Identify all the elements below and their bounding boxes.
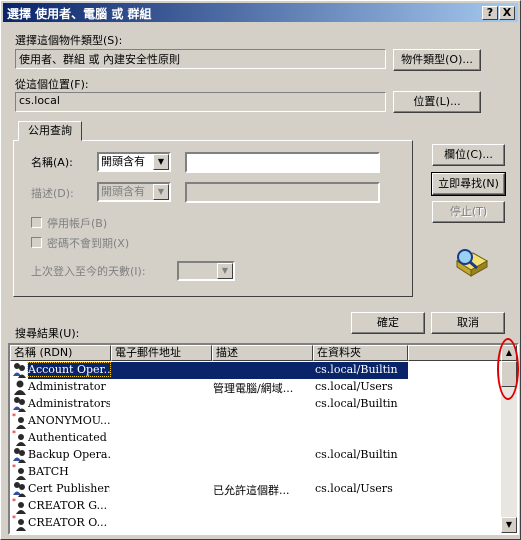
cell-name: Account Oper... [27,362,111,377]
description-input[interactable] [185,182,380,203]
scroll-down-arrow-icon[interactable]: ▼ [501,517,517,533]
description-match-select[interactable]: 開頭含有 ▼ [97,182,171,202]
object-types-button[interactable]: 物件類型(O)... [393,49,481,71]
non-expiring-password-label: 密碼不會到期(X) [47,237,130,250]
stop-button[interactable]: 停止(T) [432,201,505,223]
security-principal-icon: * [12,497,27,514]
cell-name: Authenticated ... [28,431,110,444]
table-row[interactable]: * CREATOR G... [10,497,500,515]
disabled-accounts-label: 停用帳戶(B) [47,217,108,230]
column-header-name[interactable]: 名稱 (RDN) [10,345,111,361]
name-input[interactable] [185,152,380,173]
cell-name: Cert Publishers [28,482,110,495]
column-header-blank [408,345,503,361]
disabled-accounts-checkbox[interactable] [31,217,42,228]
column-header-folder[interactable]: 在資料夾 [313,345,408,361]
close-button[interactable]: X [499,6,515,20]
cancel-button[interactable]: 取消 [431,312,505,334]
column-header-email[interactable]: 電子郵件地址 [111,345,212,361]
red-highlight-circle [497,338,519,400]
table-row[interactable]: * CREATOR O... [10,514,500,532]
table-row[interactable]: * BATCH [10,463,500,481]
table-row[interactable]: * Authenticated ... [10,429,500,447]
cell-name: BATCH [28,465,69,478]
svg-text:*: * [12,498,16,506]
chevron-down-icon[interactable]: ▼ [153,184,169,200]
search-results-list: 名稱 (RDN) 電子郵件地址 描述 在資料夾 Account Oper... c… [8,343,519,535]
cell-folder: cs.local/Builtin [315,397,398,410]
security-principal-icon: * [12,429,27,446]
tab-common-queries[interactable]: 公用查詢 [18,121,82,141]
security-principal-icon: * [12,514,27,531]
svg-text:*: * [12,413,16,421]
name-label: 名稱(A): [31,156,73,169]
group-icon [12,362,27,378]
security-principal-icon: * [12,412,27,429]
columns-button[interactable]: 欄位(C)... [432,144,505,166]
column-header-description[interactable]: 描述 [212,345,313,361]
cell-name: ANONYMOU... [28,414,110,427]
search-directory-icon [455,249,489,277]
name-match-value: 開頭含有 [101,155,145,168]
cell-name: Administrator [28,380,106,393]
search-results-label: 搜尋結果(U): [15,327,80,340]
find-now-button[interactable]: 立即尋找(N) [431,172,506,196]
days-since-logon-select[interactable]: ▼ [177,261,235,281]
cell-folder: cs.local/Users [315,482,393,495]
help-button[interactable]: ? [482,6,498,20]
table-row[interactable]: Administrator 管理電腦/網域... cs.local/Users [10,379,500,396]
days-since-logon-label: 上次登入至今的天數(I): [31,265,146,278]
svg-text:*: * [12,430,16,438]
location-field: cs.local [15,92,386,112]
user-icon [12,379,27,395]
table-row[interactable]: Backup Opera... cs.local/Builtin [10,447,500,464]
group-icon [12,481,27,497]
chevron-down-icon[interactable]: ▼ [217,263,233,279]
location-label: 從這個位置(F): [15,78,89,91]
cell-folder: cs.local/Builtin [315,448,398,461]
name-match-select[interactable]: 開頭含有 ▼ [97,152,171,172]
description-label: 描述(D): [31,187,74,200]
chevron-down-icon[interactable]: ▼ [153,154,169,170]
cell-name: CREATOR G... [28,499,108,512]
table-row[interactable]: Administrators cs.local/Builtin [10,396,500,413]
table-row[interactable]: Account Oper... cs.local/Builtin [10,362,500,379]
cell-folder: cs.local/Builtin [315,363,398,376]
cell-desc: 已允許這個群... [213,484,290,497]
svg-text:*: * [12,464,16,472]
security-principal-icon: * [12,463,27,480]
title-bar: 選擇 使用者、電腦 或 群組 ? X [3,3,518,22]
non-expiring-password-checkbox[interactable] [31,237,42,248]
group-icon [12,447,27,463]
cell-name: Backup Opera... [28,448,110,461]
group-icon [12,396,27,412]
table-row[interactable]: * ANONYMOU... [10,412,500,430]
cell-desc: 管理電腦/網域... [213,382,294,395]
cell-name: Administrators [28,397,110,410]
ok-button[interactable]: 確定 [351,312,425,334]
object-type-field: 使用者、群組 或 內建安全性原則 [15,49,386,69]
locations-button[interactable]: 位置(L)... [393,91,481,113]
object-type-label: 選擇這個物件類型(S): [15,34,123,47]
svg-text:*: * [12,515,16,523]
description-match-value: 開頭含有 [101,185,145,198]
cell-name: CREATOR O... [28,516,108,529]
table-row[interactable]: Cert Publishers 已允許這個群... cs.local/Users [10,481,500,498]
window-title: 選擇 使用者、電腦 或 群組 [7,7,152,21]
select-users-dialog: 選擇 使用者、電腦 或 群組 ? X 選擇這個物件類型(S): 使用者、群組 或… [0,0,521,540]
cell-folder: cs.local/Users [315,380,393,393]
